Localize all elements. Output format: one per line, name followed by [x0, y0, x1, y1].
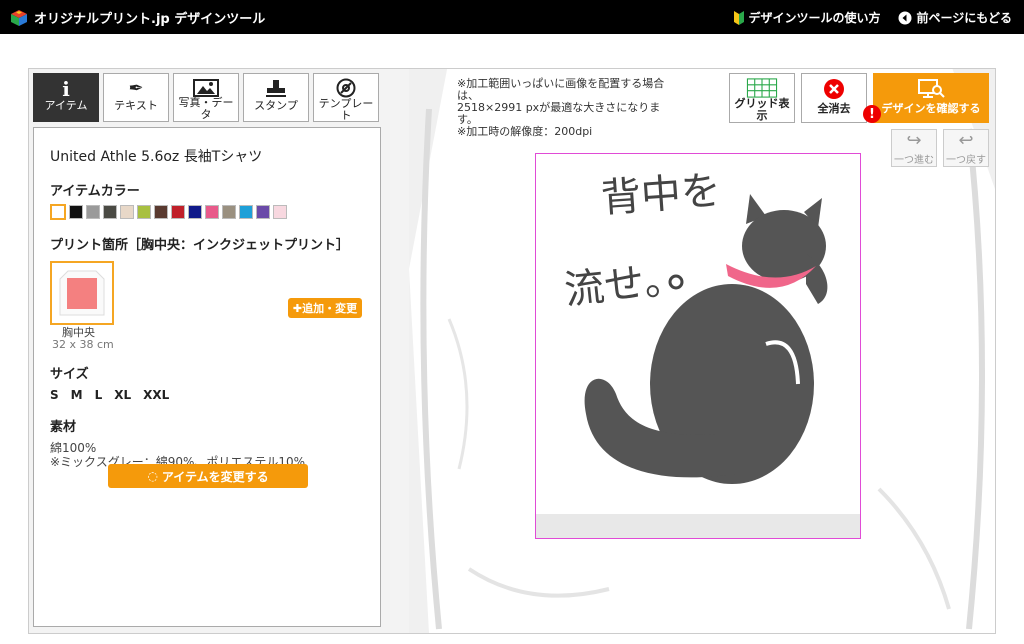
undo-button[interactable]: ↩ 一つ戻す	[943, 129, 989, 167]
plus-icon: ✚	[292, 301, 303, 315]
color-swatch[interactable]	[171, 205, 185, 219]
tab-template-label: テンプレート	[318, 97, 374, 122]
logo-text: オリジナルプリント.jp デザインツール	[34, 12, 266, 27]
clear-all-button[interactable]: 全消去	[801, 73, 867, 123]
confirm-design-button[interactable]: デザインを確認する	[873, 73, 989, 123]
add-change-button[interactable]: ✚ 追加・変更	[288, 298, 362, 318]
stamp-icon	[265, 78, 287, 100]
beginner-mark-icon	[734, 10, 745, 25]
color-swatch[interactable]	[273, 205, 287, 219]
clear-all-label: 全消去	[817, 102, 851, 115]
monitor-search-icon	[918, 79, 945, 98]
change-item-button[interactable]: ◌ アイテムを変更する	[108, 464, 308, 488]
back-link-label: 前ページにもどる	[916, 11, 1012, 25]
color-swatch[interactable]	[103, 205, 117, 219]
pen-icon: ✒	[128, 78, 144, 99]
size-option: M	[70, 388, 83, 402]
notice-line-2: 2518×2991 pxが最適な大きさになります。	[457, 101, 661, 126]
color-swatch[interactable]	[205, 205, 219, 219]
logo-cube-icon	[11, 9, 27, 26]
back-link[interactable]: 前ページにもどる	[898, 9, 1012, 26]
redo-icon: ↪	[906, 130, 922, 151]
design-image[interactable]: 背中を 流せ。	[536, 154, 860, 514]
image-icon	[193, 78, 219, 97]
color-swatch[interactable]	[188, 205, 202, 219]
size-list: S M L XL XXL	[50, 388, 364, 402]
help-link[interactable]: デザインツールの使い方	[734, 9, 880, 26]
color-swatch[interactable]	[222, 205, 236, 219]
grid-icon	[746, 78, 778, 98]
close-circle-icon	[824, 79, 844, 99]
shirt-thumbnail-icon	[59, 270, 105, 316]
color-swatch[interactable]	[86, 205, 100, 219]
tab-item-label: アイテム	[44, 99, 88, 112]
tab-stamp-label: スタンプ	[254, 99, 298, 112]
redo-label: 一つ進む	[894, 155, 934, 166]
refresh-icon: ◌	[147, 469, 158, 483]
color-swatch[interactable]	[69, 205, 83, 219]
color-heading: アイテムカラー	[50, 184, 140, 199]
back-circle-icon	[898, 11, 912, 24]
undo-icon: ↩	[958, 130, 974, 151]
material-heading: 素材	[50, 420, 77, 435]
grid-toggle-label: グリッド表示	[734, 97, 790, 122]
size-option: XL	[114, 388, 132, 402]
tool-tabs: i アイテム ✒ テキスト 写真・データ スタンプ テンプレート	[33, 73, 379, 122]
print-area-frame[interactable]: 背中を 流せ。	[535, 153, 861, 539]
history-buttons: ↪ 一つ進む ↩ 一つ戻す	[891, 129, 989, 167]
tab-text[interactable]: ✒ テキスト	[103, 73, 169, 122]
material-line-1: 綿100%	[50, 441, 97, 455]
print-area-heading: プリント箇所［胸中央：インクジェットプリント］	[50, 238, 350, 253]
top-bar: オリジナルプリント.jp デザインツール デザインツールの使い方 前ページにもど…	[0, 0, 1024, 34]
color-swatches	[50, 204, 364, 220]
print-notice: ※加工範囲いっぱいに画像を配置する場合は、 2518×2991 pxが最適な大き…	[451, 75, 681, 141]
color-swatch[interactable]	[137, 205, 151, 219]
design-image-bottom-strip	[536, 514, 860, 538]
tab-stamp[interactable]: スタンプ	[243, 73, 309, 122]
notice-line-1: ※加工範囲いっぱいに画像を配置する場合は、	[457, 77, 665, 102]
product-name: United Athle 5.6oz 長袖Tシャツ	[50, 149, 263, 165]
tab-photo-data-label: 写真・データ	[178, 96, 234, 121]
tab-template[interactable]: テンプレート	[313, 73, 379, 122]
design-workarea: i アイテム ✒ テキスト 写真・データ スタンプ テンプレート United	[28, 68, 996, 634]
color-swatch[interactable]	[239, 205, 253, 219]
confirm-design-label: デザインを確認する	[881, 102, 981, 115]
print-area-size: 32 x 38 cm	[52, 338, 114, 351]
info-icon: i	[62, 77, 70, 101]
color-swatch[interactable]	[256, 205, 270, 219]
grid-toggle-button[interactable]: グリッド表示	[729, 73, 795, 123]
notice-line-3: ※加工時の解像度：200dpi	[457, 125, 593, 138]
tab-photo-data[interactable]: 写真・データ	[173, 73, 239, 122]
change-item-label: アイテムを変更する	[161, 469, 269, 484]
color-swatch[interactable]	[50, 204, 66, 220]
tab-text-label: テキスト	[114, 99, 158, 112]
undo-label: 一つ戻す	[946, 155, 986, 166]
warning-badge-icon: !	[863, 105, 881, 123]
size-option: L	[94, 388, 103, 402]
tab-item[interactable]: i アイテム	[33, 73, 99, 122]
redo-button[interactable]: ↪ 一つ進む	[891, 129, 937, 167]
color-swatch[interactable]	[154, 205, 168, 219]
template-icon	[336, 78, 356, 98]
size-option: XXL	[143, 388, 170, 402]
top-right-actions: グリッド表示 全消去 デザインを確認する	[729, 73, 989, 123]
item-panel: United Athle 5.6oz 長袖Tシャツ アイテムカラー プリント箇所…	[33, 127, 381, 627]
design-text-line-1: 背中を	[599, 168, 722, 222]
color-swatch[interactable]	[120, 205, 134, 219]
logo[interactable]: オリジナルプリント.jp デザインツール	[10, 8, 265, 27]
print-area-thumbnail[interactable]	[50, 261, 114, 325]
size-option: S	[50, 388, 59, 402]
help-link-label: デザインツールの使い方	[748, 11, 881, 25]
size-heading: サイズ	[50, 367, 89, 382]
add-change-label: 追加・変更	[302, 302, 358, 315]
